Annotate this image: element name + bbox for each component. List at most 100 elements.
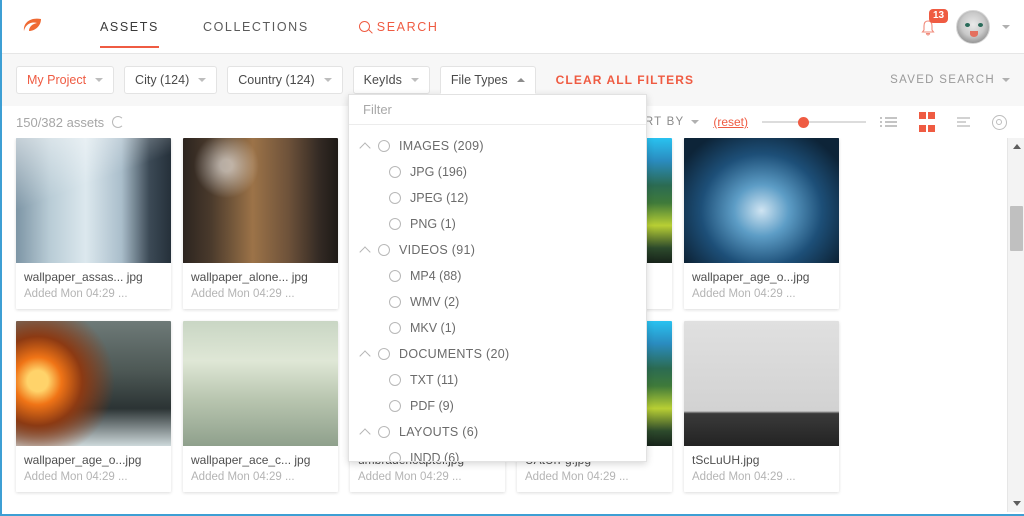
filter-pill-file-types-label: File Types [450,73,508,87]
dropdown-filter-row [349,95,646,125]
radio-icon[interactable] [389,166,401,178]
radio-icon[interactable] [389,400,401,412]
option-label: PNG (1) [410,217,456,231]
nav-tab-collections[interactable]: COLLECTIONS [181,0,331,54]
file-type-group-layouts[interactable]: LAYOUTS (6) [349,419,646,445]
file-type-option-wmv[interactable]: WMV (2) [349,289,646,315]
radio-icon[interactable] [378,244,390,256]
file-type-option-pdf[interactable]: PDF (9) [349,393,646,419]
file-type-option-mkv[interactable]: MKV (1) [349,315,646,341]
asset-filename: wallpaper_alone... jpg [191,270,308,284]
radio-icon[interactable] [378,426,390,438]
asset-thumbnail[interactable] [684,321,839,446]
radio-icon[interactable] [389,452,401,461]
asset-card[interactable]: wallpaper_alone... jpg Added Mon 04:29 .… [183,138,338,309]
chevron-up-icon[interactable] [359,141,371,154]
nav-tab-search[interactable]: SEARCH [331,0,461,54]
file-type-option-indd[interactable]: INDD (6) [349,445,646,461]
filter-pill-city[interactable]: City (124) [124,66,218,94]
radio-icon[interactable] [389,192,401,204]
clear-all-filters-button[interactable]: CLEAR ALL FILTERS [556,73,694,87]
grid-view-icon[interactable] [916,111,938,133]
file-types-dropdown-panel: IMAGES (209) JPG (196) JPEG (12) PNG (1)… [348,94,647,462]
asset-thumbnail[interactable] [16,138,171,263]
nav-tab-collections-label: COLLECTIONS [202,19,309,34]
asset-filename: tScLuUH.jpg [692,453,760,467]
file-type-options-list: IMAGES (209) JPG (196) JPEG (12) PNG (1)… [349,125,646,461]
scroll-up-arrow-icon[interactable] [1008,138,1024,155]
asset-filename: wallpaper_age_o...jpg [24,453,142,467]
asset-thumbnail[interactable] [16,321,171,446]
file-type-option-jpeg[interactable]: JPEG (12) [349,185,646,211]
refresh-icon[interactable] [112,116,125,128]
reset-link[interactable]: (reset) [713,115,748,129]
filter-pill-my-project[interactable]: My Project [16,66,115,94]
asset-meta: wallpaper_ace_c... jpg Added Mon 04:29 .… [183,446,338,492]
asset-meta: tScLuUH.jpg Added Mon 04:29 ... [684,446,839,492]
file-type-group-images[interactable]: IMAGES (209) [349,133,646,159]
asset-card[interactable]: tScLuUH.jpg Added Mon 04:29 ... [684,321,839,492]
notifications-button[interactable]: 13 [918,8,949,40]
asset-thumbnail[interactable] [183,138,338,263]
asset-filename: wallpaper_assas... jpg [24,270,143,284]
vertical-scrollbar[interactable] [1007,138,1024,512]
asset-card[interactable]: wallpaper_assas... jpg Added Mon 04:29 .… [16,138,171,309]
application-window: ASSETS COLLECTIONS SEARCH 13 My Project [0,0,1024,516]
filter-pill-my-project-label: My Project [27,73,87,87]
file-type-option-txt[interactable]: TXT (11) [349,367,646,393]
file-type-group-videos[interactable]: VIDEOS (91) [349,237,646,263]
saved-search-dropdown[interactable]: SAVED SEARCH [890,74,1010,86]
option-label: LAYOUTS (6) [399,425,479,439]
settings-gear-icon[interactable] [988,111,1010,133]
swoosh-logo-icon[interactable] [16,10,50,44]
dropdown-filter-input[interactable] [363,102,632,117]
chevron-up-icon[interactable] [359,245,371,258]
asset-added-date: Added Mon 04:29 ... [692,471,796,483]
chevron-down-icon[interactable] [1002,24,1010,29]
list-view-icon[interactable] [880,111,902,133]
asset-meta: wallpaper_age_o...jpg Added Mon 04:29 ..… [16,446,171,492]
thumbnail-size-slider[interactable] [762,115,866,129]
asset-meta: wallpaper_alone... jpg Added Mon 04:29 .… [183,263,338,309]
asset-thumbnail[interactable] [684,138,839,263]
filter-pill-file-types[interactable]: File Types [439,66,536,94]
scrollbar-thumb[interactable] [1010,206,1023,251]
radio-icon[interactable] [389,270,401,282]
option-label: MP4 (88) [410,269,462,283]
file-type-option-png[interactable]: PNG (1) [349,211,646,237]
radio-icon[interactable] [389,322,401,334]
scroll-down-arrow-icon[interactable] [1008,495,1024,512]
slider-handle[interactable] [798,116,809,128]
radio-icon[interactable] [389,296,401,308]
file-type-option-jpg[interactable]: JPG (196) [349,159,646,185]
user-avatar[interactable] [956,9,990,44]
radio-icon[interactable] [378,140,390,152]
asset-added-date: Added Mon 04:29 ... [24,288,128,300]
filter-pill-keyids[interactable]: KeyIds [352,66,430,94]
chevron-down-icon [691,120,700,124]
top-nav-right-controls: 13 [918,8,1010,44]
chevron-up-icon[interactable] [359,349,371,362]
option-label: VIDEOS (91) [399,243,476,257]
asset-filename: wallpaper_ace_c... jpg [191,453,311,467]
detail-view-icon[interactable] [952,111,974,133]
asset-card[interactable]: wallpaper_age_o...jpg Added Mon 04:29 ..… [16,321,171,492]
option-label: WMV (2) [410,295,460,309]
nav-tab-assets[interactable]: ASSETS [78,0,181,54]
option-label: TXT (11) [410,373,459,387]
file-type-option-mp4[interactable]: MP4 (88) [349,263,646,289]
option-label: IMAGES (209) [399,139,484,153]
top-navigation-bar: ASSETS COLLECTIONS SEARCH 13 [2,0,1024,54]
chevron-up-icon[interactable] [359,427,371,440]
asset-card[interactable]: wallpaper_ace_c... jpg Added Mon 04:29 .… [183,321,338,492]
chevron-down-icon [1002,78,1010,82]
asset-card[interactable]: wallpaper_age_o...jpg Added Mon 04:29 ..… [684,138,839,309]
radio-icon[interactable] [378,348,390,360]
radio-icon[interactable] [389,218,401,230]
asset-thumbnail[interactable] [183,321,338,446]
filter-pill-city-label: City (124) [135,73,190,87]
filter-pill-keyids-label: KeyIds [363,73,402,87]
radio-icon[interactable] [389,374,401,386]
file-type-group-documents[interactable]: DOCUMENTS (20) [349,341,646,367]
filter-pill-country[interactable]: Country (124) [227,66,343,94]
